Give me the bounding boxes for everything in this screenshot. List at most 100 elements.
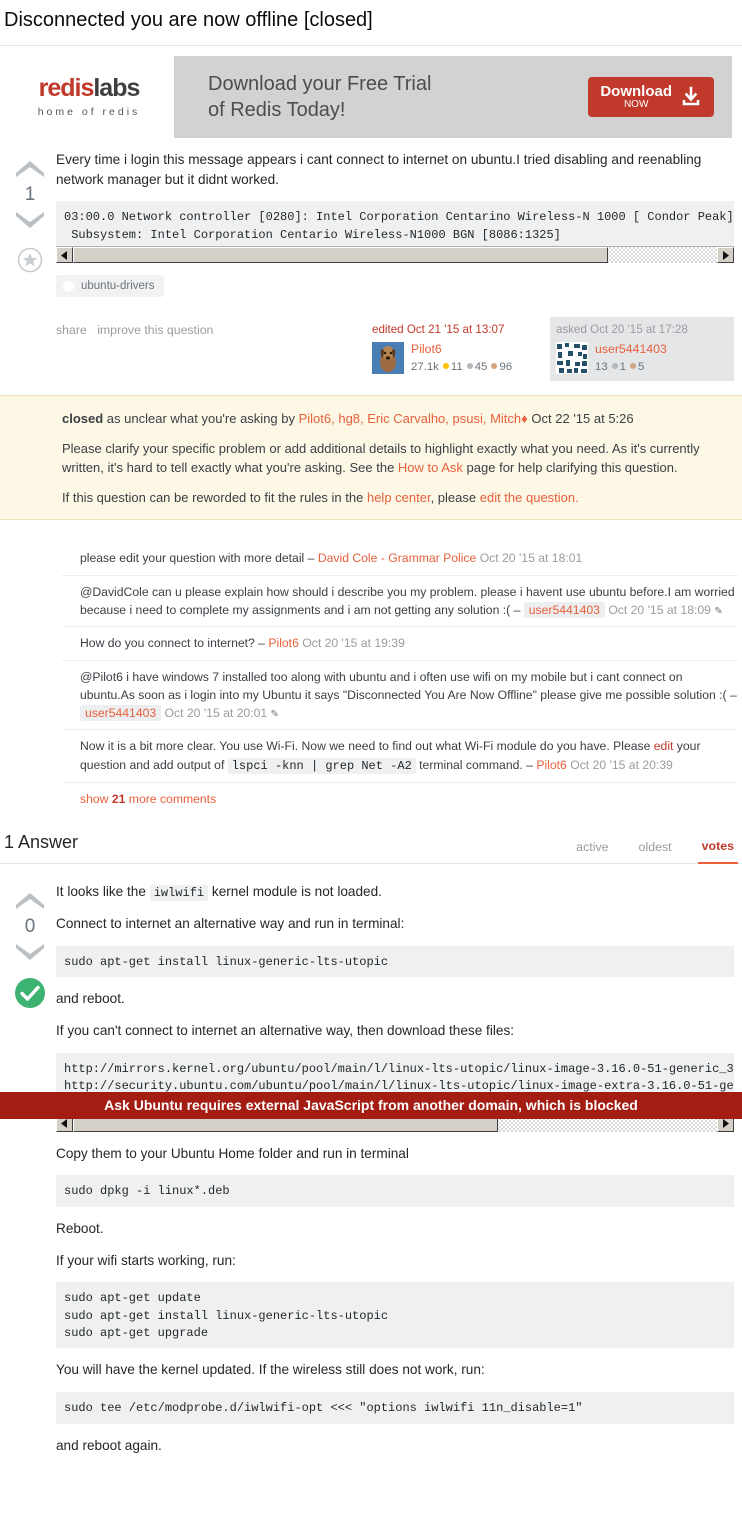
editor-username[interactable]: Pilot6 <box>411 342 512 357</box>
ad-banner[interactable]: redislabs home of redis Download your Fr… <box>4 56 732 138</box>
answer-sort-tabs: active oldest votes <box>572 835 738 864</box>
answer-paragraph-7: If your wifi starts working, run: <box>56 1252 236 1268</box>
download-now-button[interactable]: Download NOW <box>588 76 714 118</box>
improve-question-link[interactable]: improve this question <box>97 323 213 337</box>
comment-dash: – <box>726 687 737 702</box>
answer-paragraph-2: Connect to internet an alternative way a… <box>56 916 405 932</box>
favorite-star-icon[interactable] <box>17 247 43 273</box>
question-tags: ubuntu-drivers <box>56 275 734 298</box>
asked-date: Oct 20 '15 at 17:28 <box>590 323 688 337</box>
vote-up-icon[interactable] <box>13 156 47 178</box>
comment-date[interactable]: Oct 20 '15 at 20:01 <box>165 706 268 720</box>
moderator-diamond-icon: ♦ <box>521 410 528 426</box>
comment-edit-link[interactable]: edit <box>654 739 674 753</box>
tag-ubuntu-drivers[interactable]: ubuntu-drivers <box>56 275 164 298</box>
tab-oldest[interactable]: oldest <box>635 836 676 863</box>
ad-headline: Download your Free Trial of Redis Today! <box>174 56 588 138</box>
tab-votes[interactable]: votes <box>697 835 738 864</box>
edit-the-question-link[interactable]: edit the question. <box>480 490 579 505</box>
silver-badge-icon <box>466 362 473 369</box>
asker-username[interactable]: user5441403 <box>595 342 667 357</box>
editor-silver-count: 45 <box>474 360 488 373</box>
asked-label: asked <box>556 323 587 337</box>
closed-by-users[interactable]: Pilot6, hg8, Eric Carvalho, psusi, Mitch <box>299 411 522 426</box>
closed-notice-reword: If this question can be reworded to fit … <box>62 489 724 508</box>
comment-date[interactable]: Oct 20 '15 at 18:01 <box>480 551 583 565</box>
scroll-right-icon[interactable] <box>717 247 734 264</box>
question-code-scrollbar[interactable] <box>56 246 734 264</box>
asker-silver-count: 1 <box>619 360 627 373</box>
comment-author[interactable]: user5441403 <box>523 601 605 618</box>
logo-text-labs: labs <box>93 74 140 102</box>
show-more-count: 21 <box>111 791 126 806</box>
question-content: Every time i login this message appears … <box>56 150 738 381</box>
scrollbar-track[interactable] <box>73 247 717 264</box>
answer-vote-cell: 0 <box>4 882 56 1468</box>
comment-text-pre: Now it is a bit more clear. You use Wi-F… <box>80 739 654 754</box>
edit-comment-icon[interactable]: ✎ <box>714 606 722 617</box>
asker-rep-value: 13 <box>595 360 608 373</box>
ad-headline-line1: Download your Free Trial <box>208 73 432 95</box>
edited-line: edited Oct 21 '15 at 13:07 <box>372 322 544 338</box>
comment-item: How do you connect to internet? – Pilot6… <box>62 626 738 659</box>
comment-item: Now it is a bit more clear. You use Wi-F… <box>62 729 738 781</box>
redislabs-wordmark: redislabs <box>39 74 141 102</box>
answer-content: It looks like the iwlwifi kernel module … <box>56 882 738 1468</box>
tab-active[interactable]: active <box>572 836 612 863</box>
comment-dash: – <box>510 602 524 617</box>
advertisement: redislabs home of redis Download your Fr… <box>0 46 742 144</box>
closed-reason: as unclear what you're asking by <box>103 410 299 426</box>
bronze-badge-icon <box>491 362 498 369</box>
scrollbar-thumb[interactable] <box>73 247 608 264</box>
comment-author[interactable]: Pilot6 <box>536 758 567 772</box>
help-center-link[interactable]: help center <box>367 490 431 505</box>
share-link[interactable]: share <box>56 323 87 337</box>
asker-bronze-count: 5 <box>638 360 645 373</box>
vote-up-icon[interactable] <box>13 888 47 910</box>
comment-text: please edit your question with more deta… <box>80 551 305 566</box>
editor-info: Pilot6 27.1k 11 45 96 <box>411 342 512 375</box>
reword-text-1: If this question can be reworded to fit … <box>62 489 367 505</box>
comment-author[interactable]: David Cole - Grammar Police <box>318 551 476 565</box>
comment-date[interactable]: Oct 20 '15 at 20:39 <box>570 758 673 772</box>
edited-date: Oct 21 '15 at 13:07 <box>406 323 505 337</box>
answer-paragraph-6: Reboot. <box>56 1220 104 1236</box>
closed-notice: closed as unclear what you're asking by … <box>0 394 742 521</box>
closed-date: Oct 22 '15 at 5:26 <box>527 410 634 426</box>
download-sublabel: NOW <box>623 98 649 110</box>
vote-down-icon[interactable] <box>13 211 47 233</box>
how-to-ask-link[interactable]: How to Ask <box>398 460 463 475</box>
answer-paragraph-9: and reboot again. <box>56 1437 162 1453</box>
comment-date[interactable]: Oct 20 '15 at 19:39 <box>302 636 405 650</box>
show-more-prefix: show <box>80 791 112 806</box>
closed-notice-explanation: Please clarify your specific problem or … <box>62 440 724 478</box>
tag-label: ubuntu-drivers <box>81 280 155 293</box>
tag-dot-icon <box>63 280 74 292</box>
comment-author[interactable]: Pilot6 <box>268 636 299 650</box>
vote-down-icon[interactable] <box>13 943 47 965</box>
question-vote-cell: 1 <box>4 150 56 381</box>
answers-count: 1 Answer <box>4 831 79 852</box>
ad-headline-line2: of Redis Today! <box>208 99 346 121</box>
accepted-answer-icon <box>15 977 45 1008</box>
answer-code-block-4: sudo tee /etc/modprobe.d/iwlwifi-opt <<<… <box>56 1392 734 1424</box>
comment-dash: – <box>522 757 537 772</box>
edit-comment-icon[interactable]: ✎ <box>271 709 279 720</box>
comment-author[interactable]: user5441403 <box>80 705 162 722</box>
answer-paragraph-1: It looks like the iwlwifi kernel module … <box>56 882 734 902</box>
blocked-javascript-banner: Ask Ubuntu requires external JavaScript … <box>0 1092 742 1119</box>
avatar[interactable] <box>372 341 404 374</box>
comment-item: please edit your question with more deta… <box>62 542 738 574</box>
comment-item: @Pilot6 i have windows 7 installed too a… <box>62 659 738 730</box>
question-post: 1 Every time i login this message appear… <box>0 144 742 381</box>
asked-line: asked Oct 20 '15 at 17:28 <box>556 322 728 338</box>
comment-date[interactable]: Oct 20 '15 at 18:09 <box>608 603 711 617</box>
scroll-left-icon[interactable] <box>56 247 73 264</box>
asker-reputation: 13 1 5 <box>595 360 667 375</box>
comment-text: How do you connect to internet? <box>80 636 255 651</box>
reword-text-2: , please <box>430 489 480 505</box>
edited-label[interactable]: edited <box>372 323 404 336</box>
avatar[interactable] <box>556 341 588 374</box>
show-more-comments-link[interactable]: show 21 more comments <box>62 781 738 806</box>
comment-item: @DavidCole can u please explain how shou… <box>62 574 738 627</box>
